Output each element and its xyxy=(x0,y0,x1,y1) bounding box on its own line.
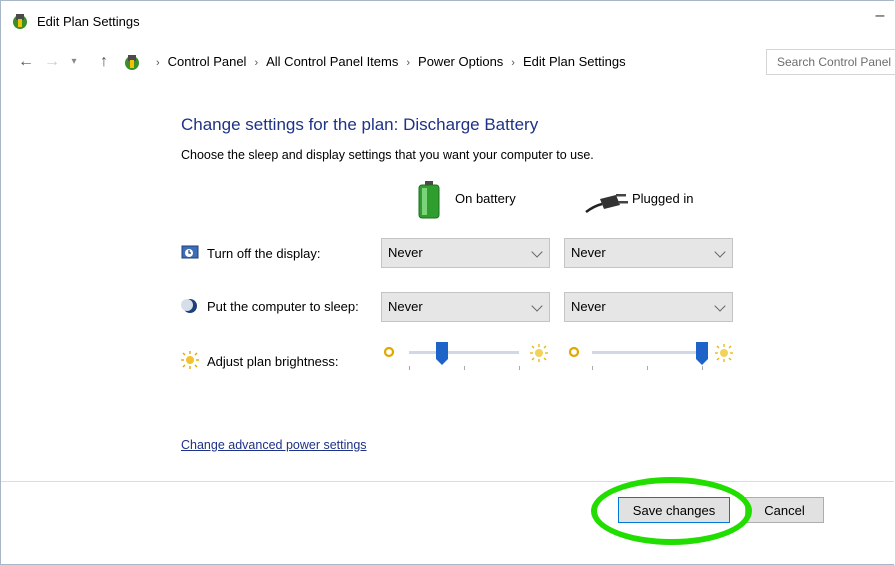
up-arrow-icon[interactable]: ↑ xyxy=(93,51,115,73)
chevron-down-icon xyxy=(714,246,726,258)
dim-sun-icon xyxy=(383,346,395,358)
title-bar: Edit Plan Settings – xyxy=(1,1,894,45)
back-arrow-icon[interactable]: ← xyxy=(15,51,37,73)
slider-tick xyxy=(519,366,520,370)
sleep-label: Put the computer to sleep: xyxy=(207,299,359,314)
search-input[interactable]: Search Control Panel xyxy=(766,49,895,75)
window-title: Edit Plan Settings xyxy=(37,14,140,29)
battery-icon xyxy=(418,181,440,219)
breadcrumb-separator[interactable]: › xyxy=(254,57,258,69)
brightness-plugged-in-slider[interactable] xyxy=(564,341,739,371)
select-value: Never xyxy=(388,299,423,314)
breadcrumb-control-panel[interactable]: Control Panel xyxy=(168,54,247,69)
page-title: Change settings for the plan: Discharge … xyxy=(181,115,539,134)
sun-icon xyxy=(181,351,199,369)
brightness-on-battery-slider[interactable] xyxy=(381,341,551,371)
breadcrumb-separator: › xyxy=(156,57,160,69)
plug-icon xyxy=(585,194,628,214)
select-value: Never xyxy=(571,245,606,260)
turn-off-display-label: Turn off the display: xyxy=(207,246,321,261)
power-options-icon xyxy=(125,55,139,70)
chevron-down-icon xyxy=(531,246,543,258)
display-plugged-in-select[interactable]: Never xyxy=(564,238,733,268)
minimize-button[interactable]: – xyxy=(869,7,891,29)
bright-sun-icon xyxy=(715,344,733,362)
edit-plan-settings-window: Edit Plan Settings – ← → ▾ ↑ › Control Pa… xyxy=(0,0,895,565)
slider-tick xyxy=(647,366,648,370)
breadcrumb-separator[interactable]: › xyxy=(511,57,515,69)
slider-tick xyxy=(464,366,465,370)
sleep-on-battery-select[interactable]: Never xyxy=(381,292,550,322)
power-options-icon xyxy=(13,14,27,29)
bright-sun-icon xyxy=(530,344,548,362)
breadcrumb-all-items[interactable]: All Control Panel Items xyxy=(266,54,398,69)
select-value: Never xyxy=(571,299,606,314)
slider-tick xyxy=(702,366,703,370)
select-value: Never xyxy=(388,245,423,260)
slider-thumb[interactable] xyxy=(436,342,448,366)
brightness-label: Adjust plan brightness: xyxy=(207,354,339,369)
navigation-bar: ← → ▾ ↑ › Control Panel › All Control Panel… xyxy=(1,45,894,81)
dim-sun-icon xyxy=(568,346,580,358)
on-battery-header: On battery xyxy=(455,191,516,206)
display-on-battery-select[interactable]: Never xyxy=(381,238,550,268)
slider-track xyxy=(409,351,519,354)
slider-tick xyxy=(409,366,410,370)
address-bar[interactable]: › Control Panel › All Control Panel Items › P… xyxy=(118,50,866,74)
chevron-down-icon xyxy=(714,300,726,312)
moon-icon xyxy=(181,299,197,313)
slider-tick xyxy=(592,366,593,370)
cancel-button[interactable]: Cancel xyxy=(745,497,824,523)
breadcrumb-separator[interactable]: › xyxy=(406,57,410,69)
advanced-power-settings-link[interactable]: Change advanced power settings xyxy=(181,438,367,452)
breadcrumb: › Control Panel › All Control Panel Items › P… xyxy=(148,54,626,69)
page-description: Choose the sleep and display settings th… xyxy=(181,148,594,162)
footer-divider xyxy=(1,481,894,482)
breadcrumb-power-options[interactable]: Power Options xyxy=(418,54,503,69)
plugged-in-header: Plugged in xyxy=(632,191,694,206)
highlight-annotation xyxy=(591,477,752,545)
slider-track xyxy=(592,351,702,354)
sleep-plugged-in-select[interactable]: Never xyxy=(564,292,733,322)
recent-locations-button[interactable]: ▾ xyxy=(63,51,85,73)
clock-monitor-icon xyxy=(181,245,199,259)
breadcrumb-edit-plan-settings[interactable]: Edit Plan Settings xyxy=(523,54,626,69)
forward-arrow-icon[interactable]: → xyxy=(41,51,63,73)
chevron-down-icon xyxy=(531,300,543,312)
slider-thumb[interactable] xyxy=(696,342,708,366)
